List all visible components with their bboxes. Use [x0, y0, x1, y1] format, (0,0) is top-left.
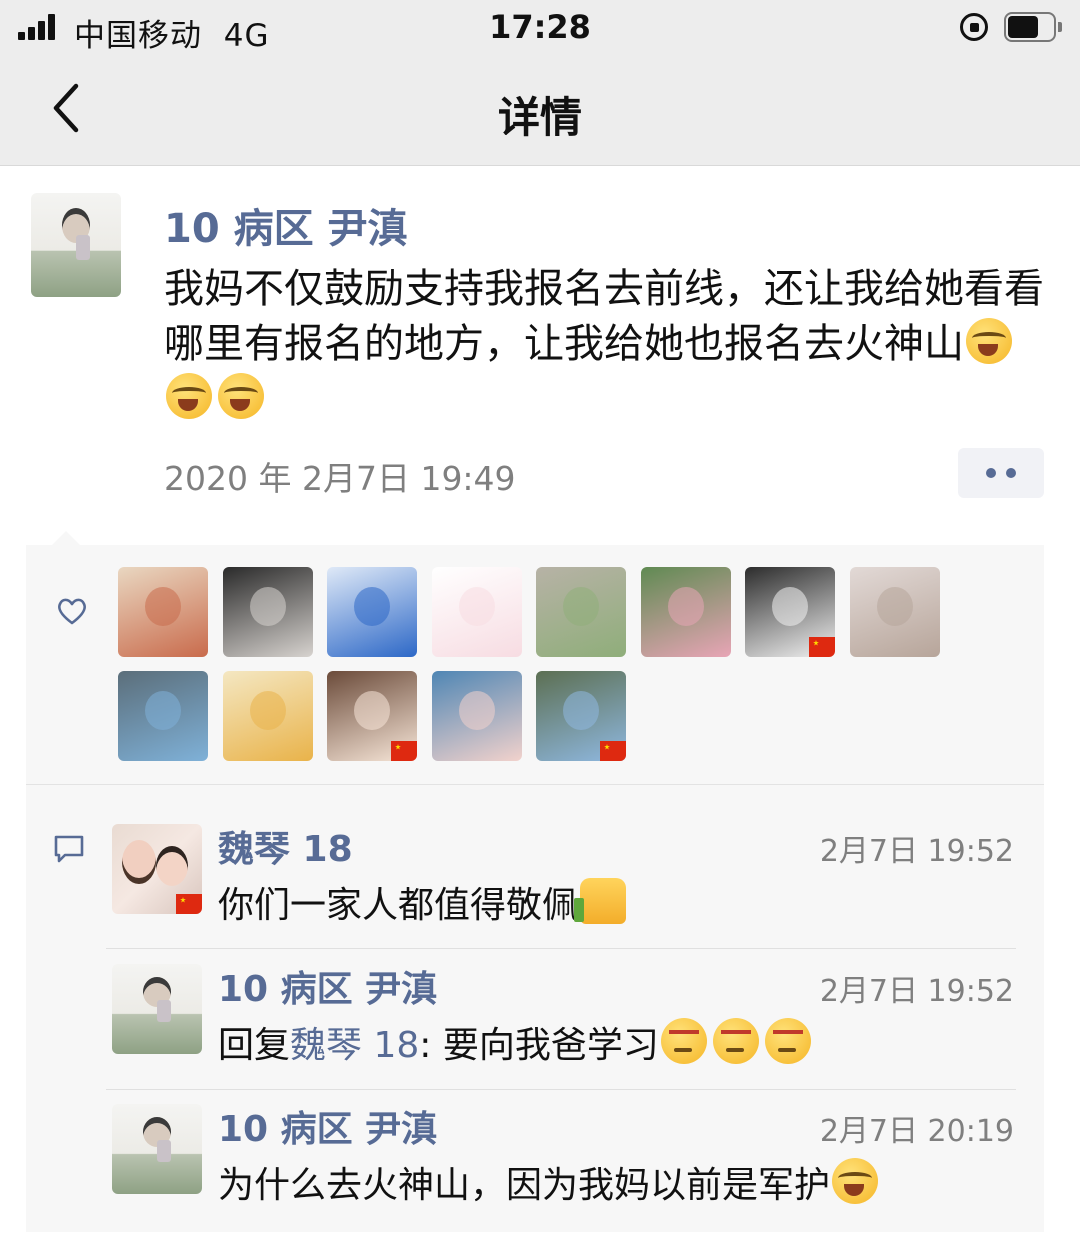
comment-text: 回复魏琴 18: 要向我爸学习: [218, 1016, 815, 1068]
comment-divider: [106, 948, 1016, 949]
comment-avatar[interactable]: [112, 1104, 202, 1194]
comment-text: 为什么去火神山，因为我妈以前是军护: [218, 1156, 882, 1208]
comment-avatar[interactable]: [112, 964, 202, 1054]
like-avatar[interactable]: [118, 671, 208, 761]
comment-text: 你们一家人都值得敬佩: [218, 876, 630, 928]
post-author-avatar[interactable]: [31, 193, 121, 297]
like-avatar[interactable]: [536, 671, 626, 761]
like-avatar[interactable]: [431, 567, 522, 657]
comment-icon: [54, 835, 84, 863]
china-flag-icon: [391, 741, 417, 761]
post-body: 我妈不仅鼓励支持我报名去前线，还让我给她看看哪里有报名的地方，让我给她也报名去火…: [164, 262, 1044, 427]
post-author-name[interactable]: 10 病区 尹滇: [164, 196, 408, 254]
comment-avatar[interactable]: [112, 824, 202, 914]
like-avatar[interactable]: [536, 567, 626, 657]
more-actions-button[interactable]: [958, 448, 1044, 498]
like-avatar[interactable]: [327, 671, 417, 761]
cry-laugh-emoji-icon: [166, 373, 212, 419]
like-avatar[interactable]: [222, 567, 313, 657]
cry-laugh-emoji-icon: [832, 1158, 879, 1204]
post-text: 我妈不仅鼓励支持我报名去前线，还让我给她看看哪里有报名的地方，让我给她也报名去火…: [164, 266, 1044, 367]
status-time: 17:28: [489, 8, 591, 46]
angry-emoji-icon: [712, 1018, 759, 1064]
like-avatar[interactable]: [222, 671, 313, 761]
rotation-lock-icon: [960, 13, 988, 41]
comment-divider: [106, 1089, 1016, 1090]
angry-emoji-icon: [660, 1018, 707, 1064]
like-avatar[interactable]: [431, 671, 522, 761]
page-title: 详情: [497, 93, 582, 142]
angry-emoji-icon: [764, 1018, 811, 1064]
likes-divider: [26, 784, 1044, 785]
comment-time: 2月7日 20:19: [819, 1114, 1014, 1149]
like-avatar[interactable]: [745, 567, 835, 657]
comment-author-name[interactable]: 10 病区 尹滇: [218, 960, 437, 1012]
like-avatar[interactable]: [640, 567, 731, 657]
comment-time: 2月7日 19:52: [819, 974, 1014, 1009]
battery-icon: [1004, 12, 1062, 42]
cry-laugh-emoji-icon: [966, 318, 1012, 364]
thumbs-up-emoji-icon: [574, 878, 627, 924]
china-flag-icon: [600, 741, 626, 761]
like-avatar[interactable]: [849, 567, 940, 657]
panel-pointer: [52, 531, 80, 545]
comment-author-name[interactable]: 10 病区 尹滇: [218, 1100, 437, 1152]
cry-laugh-emoji-icon: [218, 373, 264, 419]
post-timestamp: 2020 年 2月7日 19:49: [164, 459, 516, 498]
top-bar: 中国移动 4G 17:28 详情: [0, 0, 1080, 166]
like-avatar[interactable]: [327, 567, 417, 657]
like-avatar[interactable]: [118, 567, 208, 657]
comment-time: 2月7日 19:52: [819, 834, 1014, 869]
reply-target-name[interactable]: 魏琴 18: [290, 1025, 419, 1066]
china-flag-icon: [809, 637, 835, 657]
heart-icon: [58, 598, 86, 625]
status-bar: 中国移动 4G 17:28: [0, 0, 1080, 56]
comment-author-name[interactable]: 魏琴 18: [218, 820, 353, 872]
